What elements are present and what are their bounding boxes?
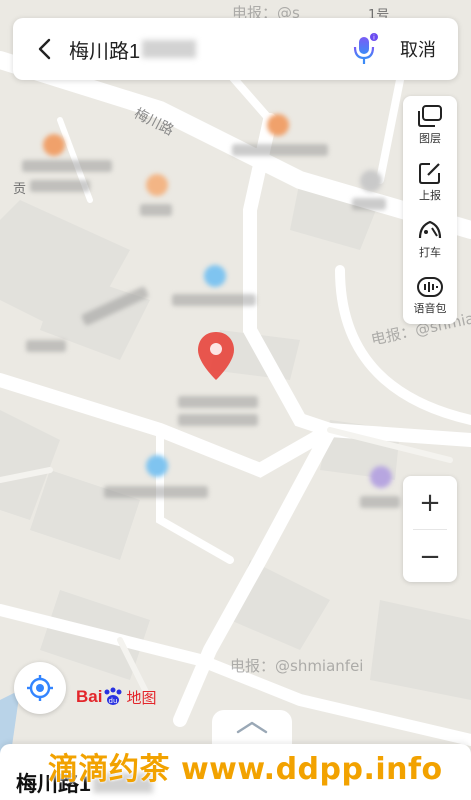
search-query-text: 梅川路1 bbox=[69, 40, 141, 63]
layers-label: 图层 bbox=[419, 131, 441, 145]
poi-label-redacted bbox=[140, 204, 172, 216]
search-bar[interactable]: 梅川路1 i 取消 bbox=[13, 18, 458, 80]
crosshair-icon bbox=[27, 675, 53, 701]
watermark-text: 电报：@shmianfei bbox=[230, 657, 364, 675]
brand-logo-suffix: 地图 bbox=[126, 689, 157, 707]
poi-marker[interactable] bbox=[267, 114, 289, 136]
poi-marker[interactable] bbox=[43, 134, 65, 156]
chevron-up-icon bbox=[236, 721, 268, 734]
poi-label-redacted bbox=[172, 294, 256, 306]
poi-marker[interactable] bbox=[146, 455, 168, 477]
overlay-watermark-text: 滴滴约茶 www.ddpp.info bbox=[48, 752, 443, 787]
map-tools-panel: 图层 上报 打车 语音包 bbox=[403, 96, 457, 324]
poi-marker[interactable] bbox=[370, 466, 392, 488]
bottom-sheet-handle[interactable] bbox=[212, 710, 292, 744]
report-button[interactable]: 上报 bbox=[403, 153, 457, 210]
layers-icon bbox=[418, 104, 442, 127]
taxi-button[interactable]: 打车 bbox=[403, 210, 457, 267]
map-canvas[interactable]: 梅川路 1号 贡 电报：@s 电报：@shmia 电报：@shmianfei bbox=[0, 0, 471, 800]
voice-pack-icon bbox=[417, 276, 443, 297]
microphone-icon[interactable]: i bbox=[346, 18, 386, 80]
layers-button[interactable]: 图层 bbox=[403, 96, 457, 153]
location-pin-icon[interactable] bbox=[196, 330, 236, 386]
brand-logo-text: Bai bbox=[76, 687, 103, 706]
locate-me-button[interactable] bbox=[14, 662, 66, 714]
brand-logo: Bai du 地图 bbox=[76, 686, 156, 708]
poi-label-redacted bbox=[26, 340, 66, 352]
zoom-out-button[interactable]: − bbox=[403, 530, 457, 583]
poi-label-redacted bbox=[232, 144, 328, 156]
voice-pack-button[interactable]: 语音包 bbox=[403, 267, 457, 324]
cancel-button[interactable]: 取消 bbox=[386, 18, 458, 80]
taxi-icon bbox=[418, 220, 442, 238]
poi-label-redacted bbox=[360, 496, 400, 508]
poi-marker[interactable] bbox=[360, 170, 382, 192]
poi-marker[interactable] bbox=[146, 174, 168, 196]
poi-label-redacted bbox=[352, 198, 386, 210]
poi-label-redacted bbox=[178, 396, 258, 408]
zoom-in-button[interactable]: + bbox=[403, 476, 457, 529]
svg-text:du: du bbox=[109, 697, 118, 705]
search-input[interactable]: 梅川路1 bbox=[69, 35, 346, 64]
poi-marker[interactable] bbox=[204, 265, 226, 287]
district-label: 贡 bbox=[13, 182, 27, 197]
taxi-label: 打车 bbox=[419, 245, 441, 259]
poi-label-redacted bbox=[22, 160, 112, 172]
voice-pack-label: 语音包 bbox=[413, 301, 447, 315]
paw-icon: du bbox=[104, 687, 122, 705]
zoom-controls: + − bbox=[403, 476, 457, 582]
redacted-block bbox=[142, 40, 197, 58]
report-icon bbox=[419, 162, 440, 184]
poi-label-redacted bbox=[104, 486, 208, 498]
poi-label-redacted bbox=[178, 414, 258, 426]
report-label: 上报 bbox=[419, 188, 441, 202]
poi-label-redacted bbox=[30, 180, 90, 192]
back-arrow-icon[interactable] bbox=[21, 18, 69, 80]
